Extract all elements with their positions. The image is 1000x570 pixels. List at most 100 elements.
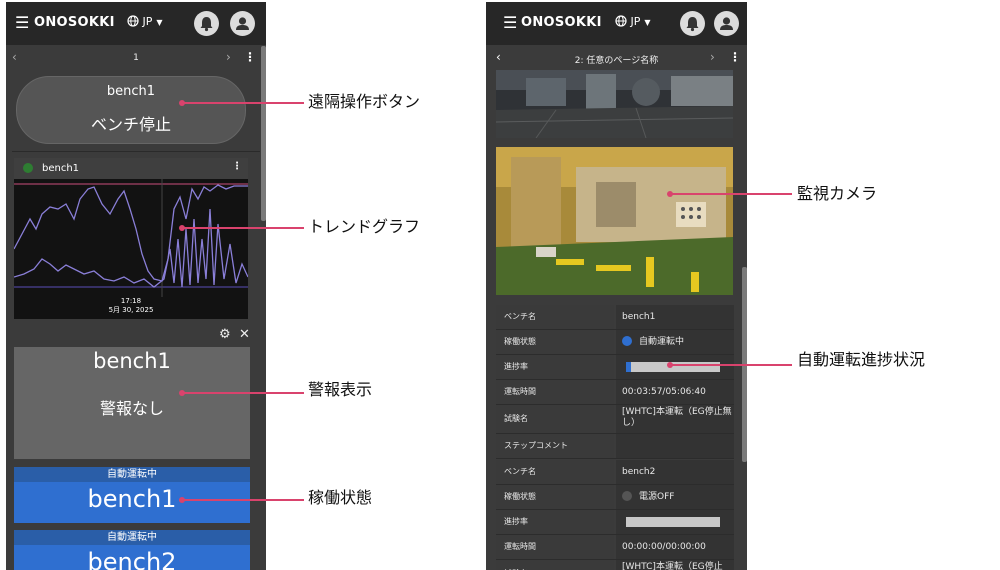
next-page-icon[interactable]: › xyxy=(226,50,231,64)
status-text: 自動運転中 xyxy=(639,337,685,347)
camera-image xyxy=(496,147,733,295)
table-row: 試験名 [WHTC]本運転（EG停止無し） xyxy=(496,405,734,434)
operating-status-label: 自動運転中 xyxy=(14,530,250,545)
alarm-bench-name: bench1 xyxy=(93,349,171,373)
annotation-line xyxy=(670,364,792,366)
row-label: 運転時間 xyxy=(496,535,614,559)
table-row: 運転時間 00:00:00/00:00:00 xyxy=(496,535,734,560)
close-icon[interactable]: ✕ xyxy=(239,327,250,342)
trend-header: bench1 ⋮ xyxy=(14,158,248,179)
remote-bench-name: bench1 xyxy=(106,84,156,99)
row-value: [WHTC]本運転（EG停止無し） xyxy=(616,405,734,433)
bell-icon xyxy=(686,17,699,32)
user-button[interactable] xyxy=(230,11,255,36)
language-label: JP xyxy=(142,15,153,28)
trend-graph: 17:18 5月 30, 2025 xyxy=(13,179,249,319)
trend-series-2 xyxy=(13,208,249,288)
table-row: 稼働状態 電源OFF xyxy=(496,485,734,510)
annotation-operating-status: 稼働状態 xyxy=(308,488,373,507)
row-label: ベンチ名 xyxy=(496,305,614,329)
row-label: 試験名 xyxy=(496,405,614,433)
row-label: ステップコメント xyxy=(496,434,614,458)
table-row: ベンチ名 bench2 xyxy=(496,460,734,485)
chevron-down-icon: ▼ xyxy=(644,18,651,27)
progress-cell xyxy=(616,355,734,379)
annotation-line xyxy=(182,227,304,229)
menu-icon[interactable]: ☰ xyxy=(15,15,29,31)
user-icon xyxy=(236,17,249,30)
table-row: 試験名 [WHTC]本運転（EG停止 xyxy=(496,560,734,570)
bell-icon xyxy=(200,17,213,32)
trend-bench-name: bench1 xyxy=(42,163,80,174)
globe-icon xyxy=(615,15,627,27)
operating-bench-name: bench2 xyxy=(87,548,177,570)
language-selector[interactable]: JP ▼ xyxy=(127,15,163,28)
camera-image xyxy=(495,70,734,139)
status-dot xyxy=(622,336,632,346)
app-bar: ☰ ONOSOKKI JP ▼ xyxy=(486,2,747,45)
annotation-alarm-display: 警報表示 xyxy=(308,380,373,399)
row-label: 稼働状態 xyxy=(496,330,614,354)
row-value: 00:00:00/00:00:00 xyxy=(616,535,734,559)
row-value: [WHTC]本運転（EG停止 xyxy=(616,560,734,570)
status-cell: 電源OFF xyxy=(616,485,734,509)
annotation-remote-button: 遠隔操作ボタン xyxy=(308,92,421,111)
app-title: ONOSOKKI xyxy=(521,15,602,30)
app-title: ONOSOKKI xyxy=(34,15,115,30)
table-row: 運転時間 00:03:57/05:06:40 xyxy=(496,380,734,405)
camera-feed[interactable] xyxy=(495,70,734,139)
app-bar: ☰ ONOSOKKI JP ▼ xyxy=(6,2,266,45)
globe-icon xyxy=(127,15,139,27)
more-options-icon[interactable]: ⋮ xyxy=(232,161,242,172)
row-label: 運転時間 xyxy=(496,380,614,404)
page-navigation: ‹ 1 › ⋮ xyxy=(6,45,266,71)
language-selector[interactable]: JP ▼ xyxy=(615,15,651,28)
status-text: 電源OFF xyxy=(639,492,675,502)
row-label: ベンチ名 xyxy=(496,460,614,484)
notification-button[interactable] xyxy=(680,11,705,36)
annotation-line xyxy=(182,392,304,394)
trend-date: 5月 30, 2025 xyxy=(108,306,154,314)
page-navigation: ‹ 2: 任意のページ名称 › ⋮ xyxy=(486,45,747,71)
row-value: bench2 xyxy=(616,460,734,484)
progress-cell xyxy=(616,510,734,534)
row-value xyxy=(616,434,734,458)
progress-fill xyxy=(626,362,631,372)
chevron-down-icon: ▼ xyxy=(156,18,163,27)
annotation-trend-graph: トレンドグラフ xyxy=(308,217,421,236)
menu-icon[interactable]: ☰ xyxy=(503,15,517,31)
annotation-line xyxy=(670,193,792,195)
left-app-screen: ☰ ONOSOKKI JP ▼ ‹ 1 › ⋮ bench1 ベンチ停止 benc… xyxy=(6,2,266,570)
remote-action-label: ベンチ停止 xyxy=(90,115,171,134)
table-row: ステップコメント xyxy=(496,434,734,459)
trend-plot xyxy=(13,179,249,297)
status-cell: 自動運転中 xyxy=(616,330,734,354)
divider xyxy=(12,151,260,152)
row-label: 進捗率 xyxy=(496,510,614,534)
scrollbar[interactable] xyxy=(261,46,266,221)
row-label: 稼働状態 xyxy=(496,485,614,509)
table-row: ベンチ名 bench1 xyxy=(496,305,734,330)
trend-timestamp: 17:18 5月 30, 2025 xyxy=(14,297,248,315)
trend-time: 17:18 xyxy=(120,297,142,305)
annotation-progress: 自動運転進捗状況 xyxy=(797,350,926,369)
more-options-icon[interactable]: ⋮ xyxy=(729,50,741,64)
status-dot xyxy=(622,491,632,501)
more-options-icon[interactable]: ⋮ xyxy=(244,50,256,64)
gear-icon[interactable]: ⚙ xyxy=(219,327,231,342)
row-value: bench1 xyxy=(616,305,734,329)
next-page-icon[interactable]: › xyxy=(710,50,715,64)
table-row: 稼働状態 自動運転中 xyxy=(496,330,734,355)
row-label: 進捗率 xyxy=(496,355,614,379)
surveillance-camera[interactable] xyxy=(496,147,733,295)
status-dot xyxy=(23,163,33,173)
row-value: 00:03:57/05:06:40 xyxy=(616,380,734,404)
user-icon xyxy=(720,17,733,30)
notification-button[interactable] xyxy=(194,11,219,36)
row-label: 試験名 xyxy=(496,560,614,570)
remote-operation-button[interactable]: bench1 ベンチ停止 xyxy=(16,76,246,144)
user-button[interactable] xyxy=(714,11,739,36)
table-row: 進捗率 xyxy=(496,355,734,380)
alarm-status: 警報なし xyxy=(99,399,164,418)
annotation-camera: 監視カメラ xyxy=(797,184,878,203)
